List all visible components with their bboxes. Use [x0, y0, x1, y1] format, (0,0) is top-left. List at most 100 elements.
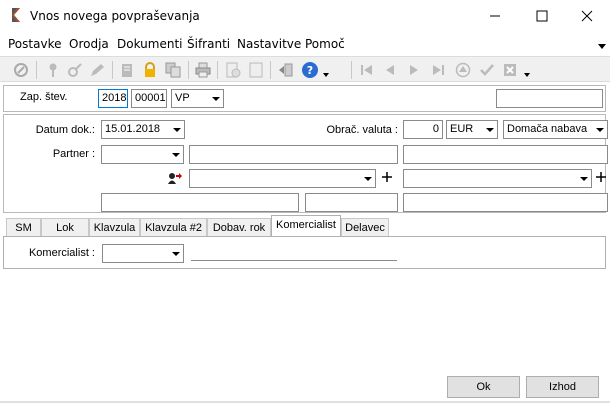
cancel-icon [504, 64, 516, 76]
extra-field-input[interactable] [496, 89, 603, 108]
exit-button[interactable]: Izhod [526, 376, 599, 398]
tab-klavzula[interactable]: Klavzula [89, 218, 140, 237]
ok-button[interactable]: Ok [447, 376, 520, 398]
toolbar-separator [217, 61, 218, 79]
tab-dobav-rok[interactable]: Dobav. rok [207, 218, 271, 237]
procurement-select[interactable]: Domača nabava [503, 120, 608, 139]
currency-label: Obrač. valuta : [326, 124, 398, 136]
sales-select[interactable] [102, 244, 184, 263]
check-icon [480, 64, 494, 76]
tab-sm[interactable]: SM [6, 218, 41, 237]
copy-icon [165, 62, 181, 78]
help-dropdown-icon[interactable] [323, 73, 329, 78]
contact-select[interactable] [189, 169, 376, 188]
menu-nastavitve[interactable]: Nastavitve [237, 37, 301, 51]
tab-komercialist[interactable]: Komercialist [271, 215, 341, 237]
date-label: Datum dok.: [35, 124, 95, 136]
toolbar: ? [0, 56, 610, 82]
contact2-select[interactable] [403, 169, 592, 188]
procurement-value: Domača nabava [507, 123, 588, 135]
title-bar: Vnos novega povpraševanja [0, 0, 610, 31]
print-icon [195, 62, 211, 78]
tab-lok[interactable]: Lok [41, 218, 89, 237]
toolbar-copy-button[interactable] [164, 61, 182, 79]
prev-icon [386, 65, 394, 75]
doc-type-select[interactable]: VP [171, 89, 224, 108]
app-icon [12, 8, 20, 22]
last-icon [433, 65, 444, 75]
year-input[interactable]: 2018 [98, 89, 128, 108]
toolbar-help-button[interactable]: ? [301, 61, 319, 79]
tab-delavec[interactable]: Delavec [341, 218, 389, 237]
toolbar-lock-button[interactable] [141, 61, 159, 79]
maximize-button[interactable] [519, 0, 565, 31]
chevron-down-icon [172, 153, 180, 157]
chevron-down-icon [596, 128, 604, 132]
toolbar-up-button[interactable] [454, 61, 472, 79]
close-button[interactable] [564, 0, 610, 31]
menu-postavke[interactable]: Postavke [8, 37, 61, 51]
exit-icon [279, 63, 293, 77]
toolbar-trash-button[interactable] [118, 61, 136, 79]
trash-icon [122, 64, 132, 77]
currency-value: EUR [450, 123, 474, 135]
city-input[interactable] [403, 193, 608, 212]
pencil-icon [91, 64, 104, 76]
window-title: Vnos novega povpraševanja [30, 9, 200, 23]
chevron-down-icon [173, 128, 181, 132]
partner-label: Partner : [52, 148, 95, 160]
maximize-icon [536, 10, 548, 21]
add-contact2-icon[interactable] [596, 172, 606, 182]
menu-sifranti[interactable]: Šifranti [187, 37, 230, 51]
chevron-down-icon [212, 97, 220, 101]
toolbar-next-button[interactable] [405, 61, 423, 79]
add-contact-icon[interactable] [382, 172, 392, 182]
first-icon [361, 65, 372, 75]
menu-dokumenti[interactable]: Dokumenti [117, 37, 182, 51]
toolbar-first-button[interactable] [358, 61, 376, 79]
number-input[interactable]: 00001 [131, 89, 167, 108]
postal-input[interactable] [305, 193, 398, 212]
contacts-icon[interactable] [167, 171, 183, 185]
toolbar-doc-button[interactable] [224, 61, 242, 79]
toolbar-overflow-icon[interactable] [524, 73, 530, 78]
toolbar-separator [270, 61, 271, 79]
toolbar-last-button[interactable] [429, 61, 447, 79]
menu-pomoc[interactable]: Pomoč [305, 37, 345, 51]
minimize-button[interactable] [472, 0, 518, 31]
toolbar-separator [351, 61, 352, 79]
date-value: 15.01.2018 [105, 123, 161, 135]
menu-overflow-icon[interactable] [598, 44, 606, 50]
toolbar-pin-button[interactable] [44, 61, 62, 79]
next-icon [410, 65, 418, 75]
toolbar-separator [188, 61, 189, 79]
address-input[interactable] [101, 193, 299, 212]
sales-name-field[interactable] [191, 260, 397, 261]
doc-type-value: VP [175, 92, 190, 104]
help-icon: ? [302, 62, 318, 78]
tab-klavzula-2[interactable]: Klavzula #2 [140, 218, 207, 237]
toolbar-prev-button[interactable] [381, 61, 399, 79]
partner-name-input[interactable] [189, 145, 398, 164]
circle-icon [14, 63, 28, 77]
partner-select[interactable] [101, 145, 184, 164]
toolbar-print-button[interactable] [194, 61, 212, 79]
toolbar-link-button[interactable] [66, 61, 84, 79]
chevron-down-icon [580, 177, 588, 181]
menu-orodja[interactable]: Orodja [69, 37, 109, 51]
lock-icon [145, 62, 155, 77]
toolbar-exit-button[interactable] [277, 61, 295, 79]
toolbar-pencil-button[interactable] [88, 61, 106, 79]
partner-extra-input[interactable] [403, 145, 608, 164]
toolbar-circle-button[interactable] [12, 61, 30, 79]
rate-input[interactable]: 0 [403, 120, 443, 139]
date-picker[interactable]: 15.01.2018 [101, 120, 185, 139]
up-icon [455, 62, 471, 78]
link-icon [68, 63, 82, 77]
currency-select[interactable]: EUR [446, 120, 498, 139]
toolbar-cancel-button[interactable] [501, 61, 519, 79]
toolbar-doc2-button[interactable] [247, 61, 265, 79]
chevron-down-icon [486, 128, 494, 132]
chevron-down-icon [172, 252, 180, 256]
toolbar-check-button[interactable] [478, 61, 496, 79]
